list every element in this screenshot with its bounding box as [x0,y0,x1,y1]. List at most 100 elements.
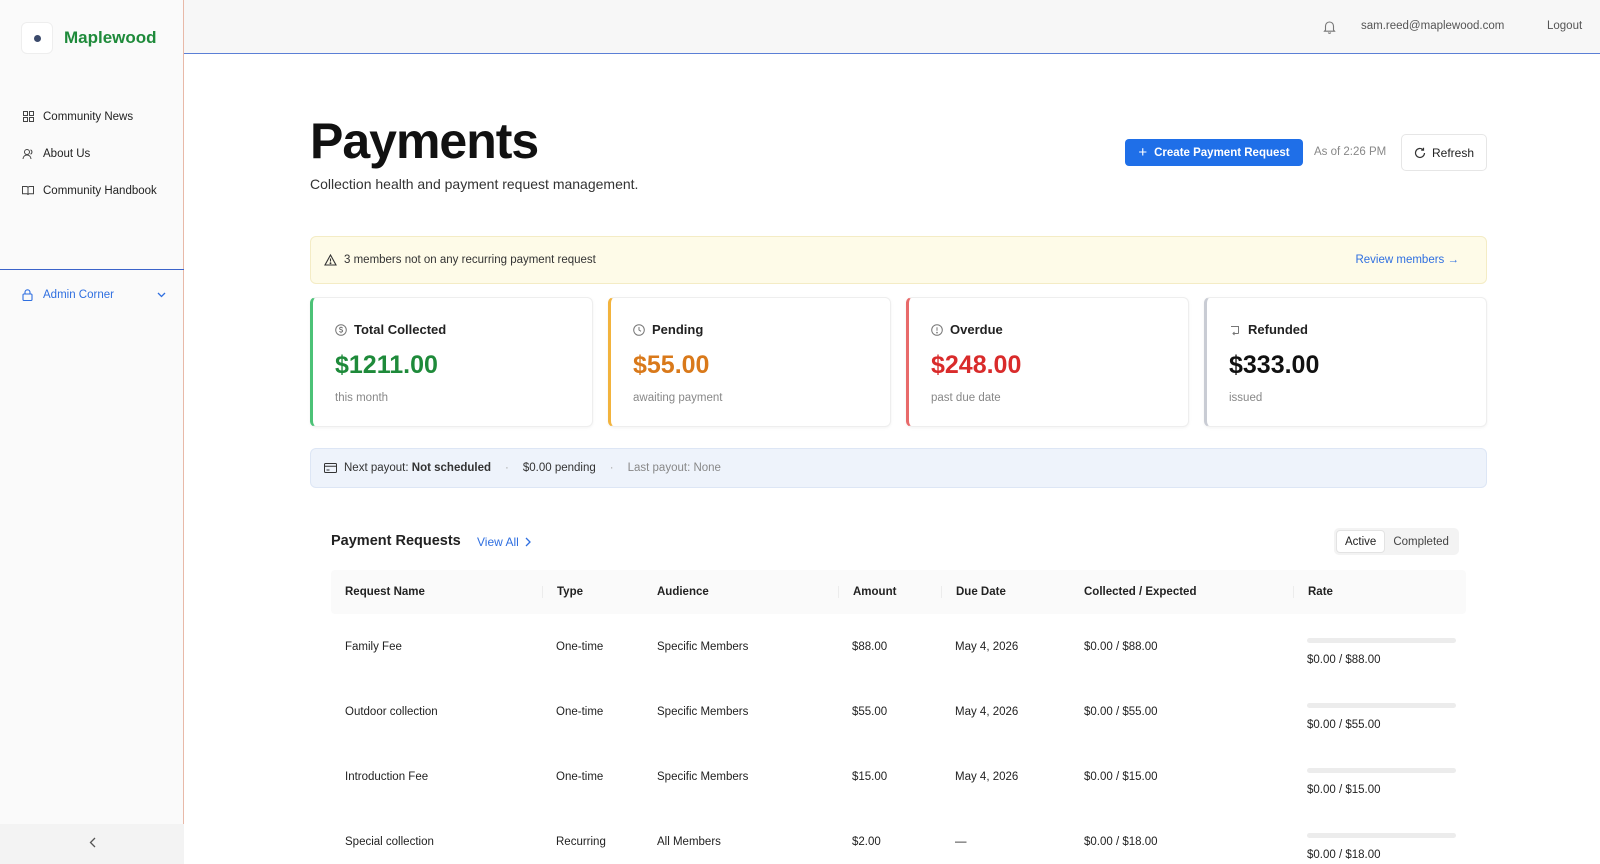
table-row[interactable]: Family Fee One-time Specific Members $88… [331,614,1466,679]
view-all-link[interactable]: View All [477,535,531,549]
warning-icon [324,254,337,266]
payment-requests-title: Payment Requests [331,533,461,549]
payout-pending: $0.00 pending [522,462,596,474]
tab-active[interactable]: Active [1336,530,1386,553]
table-row[interactable]: Outdoor collection One-time Specific Mem… [331,679,1466,744]
payout-label: Next payout: [344,462,409,474]
payout-bar: Next payout: Not scheduled · $0.00 pendi… [310,448,1487,488]
grid-icon [22,111,34,123]
stat-card-total-collected: Total Collected $1211.00 this month [310,297,593,427]
rate-text: $0.00 / $18.00 [1307,848,1381,861]
stat-card-note: this month [335,392,389,404]
request-audience: Specific Members [657,640,749,653]
request-audience: All Members [657,835,721,848]
request-collected: $0.00 / $18.00 [1084,835,1158,848]
stat-card-pending: Pending $55.00 awaiting payment [608,297,891,427]
refresh-icon [1414,147,1426,159]
credit-card-icon [324,463,337,473]
request-name: Introduction Fee [345,770,429,783]
sidebar-collapse-button[interactable] [0,824,184,864]
sidebar-item-community-news[interactable]: Community News [22,98,157,135]
chevron-left-icon [89,835,96,853]
bell-icon[interactable] [1323,20,1337,34]
last-updated-text: As of 2:26 PM [1314,146,1387,158]
sidebar-divider [0,269,184,270]
request-collected: $0.00 / $15.00 [1084,770,1158,783]
stat-card-note: awaiting payment [633,392,723,404]
column-header[interactable]: Request Name [331,586,542,598]
stat-card-title: Total Collected [354,322,447,337]
brand-name: Maplewood [64,28,157,47]
rate-progress-bar [1307,832,1456,838]
rate-progress-bar [1307,702,1456,708]
table-row[interactable]: Special collection Recurring All Members… [331,809,1466,864]
request-name: Family Fee [345,640,402,653]
request-type: One-time [556,640,604,653]
rate-text: $0.00 / $55.00 [1307,718,1381,731]
table-header: Request Name Type Audience Amount Due Da… [331,570,1466,614]
payment-requests-table: Request Name Type Audience Amount Due Da… [331,570,1466,864]
stat-card-note: issued [1229,392,1263,404]
request-type: Recurring [556,835,606,848]
column-header[interactable]: Collected / Expected [1084,586,1293,598]
status-toggle: Active Completed [1334,528,1459,555]
request-due-date: May 4, 2026 [955,705,1019,718]
page-subtitle: Collection health and payment request ma… [310,176,639,192]
members-alert: 3 members not on any recurring payment r… [310,236,1487,284]
sidebar-nav: Community News About Us Community Handbo… [22,98,157,209]
tab-completed[interactable]: Completed [1385,530,1457,553]
request-name: Special collection [345,835,434,848]
chevron-right-icon [525,537,531,547]
user-email: sam.reed@maplewood.com [1361,20,1505,32]
request-collected: $0.00 / $55.00 [1084,705,1158,718]
brand[interactable]: Maplewood [21,22,157,54]
request-rate: $0.00 / $15.00 [1293,758,1466,796]
separator: · [609,462,614,474]
create-payment-request-button[interactable]: + Create Payment Request [1125,139,1303,166]
column-header[interactable]: Type [542,586,657,598]
column-header[interactable]: Audience [657,586,838,598]
view-all-label: View All [477,535,519,549]
clock-icon [633,323,645,336]
request-due-date: May 4, 2026 [955,770,1019,783]
review-members-link[interactable]: Review members → [1355,254,1459,266]
last-payout: Last payout: None [627,462,721,474]
book-icon [22,185,34,197]
request-type: One-time [556,770,604,783]
lock-icon [22,289,34,301]
logout-link[interactable]: Logout [1547,20,1582,32]
column-header[interactable]: Amount [838,586,941,598]
stat-card-refunded: Refunded $333.00 issued [1204,297,1487,427]
sidebar-item-label: Community Handbook [43,184,157,197]
info-circle-icon [931,323,943,336]
sidebar-item-community-handbook[interactable]: Community Handbook [22,172,157,209]
request-audience: Specific Members [657,770,749,783]
request-rate: $0.00 / $88.00 [1293,628,1466,666]
request-type: One-time [556,705,604,718]
stat-card-value: $1211.00 [335,351,438,379]
table-row[interactable]: Introduction Fee One-time Specific Membe… [331,744,1466,809]
refund-icon [1229,324,1241,336]
request-amount: $15.00 [852,770,888,783]
stat-card-title: Refunded [1248,322,1308,337]
page-title: Payments [310,113,539,169]
stat-card-note: past due date [931,392,1001,404]
refresh-button[interactable]: Refresh [1401,134,1487,171]
request-amount: $55.00 [852,705,888,718]
chevron-down-icon[interactable] [157,292,166,298]
payout-status: Not scheduled [411,462,492,474]
column-header[interactable]: Due Date [941,586,1084,598]
topbar: sam.reed@maplewood.com Logout [184,0,1600,54]
sidebar-item-about-us[interactable]: About Us [22,135,157,172]
dollar-circle-icon [335,323,347,336]
request-due-date: May 4, 2026 [955,640,1019,653]
sidebar-item-admin-corner[interactable]: Admin Corner [22,289,166,301]
request-audience: Specific Members [657,705,749,718]
stat-card-overdue: Overdue $248.00 past due date [906,297,1189,427]
stat-cards: Total Collected $1211.00 this month Pend… [310,297,1487,427]
refresh-label: Refresh [1431,145,1475,160]
sidebar-item-label: Community News [43,110,134,123]
alert-text: 3 members not on any recurring payment r… [344,254,596,266]
column-header[interactable]: Rate [1293,586,1466,598]
request-rate: $0.00 / $55.00 [1293,693,1466,731]
